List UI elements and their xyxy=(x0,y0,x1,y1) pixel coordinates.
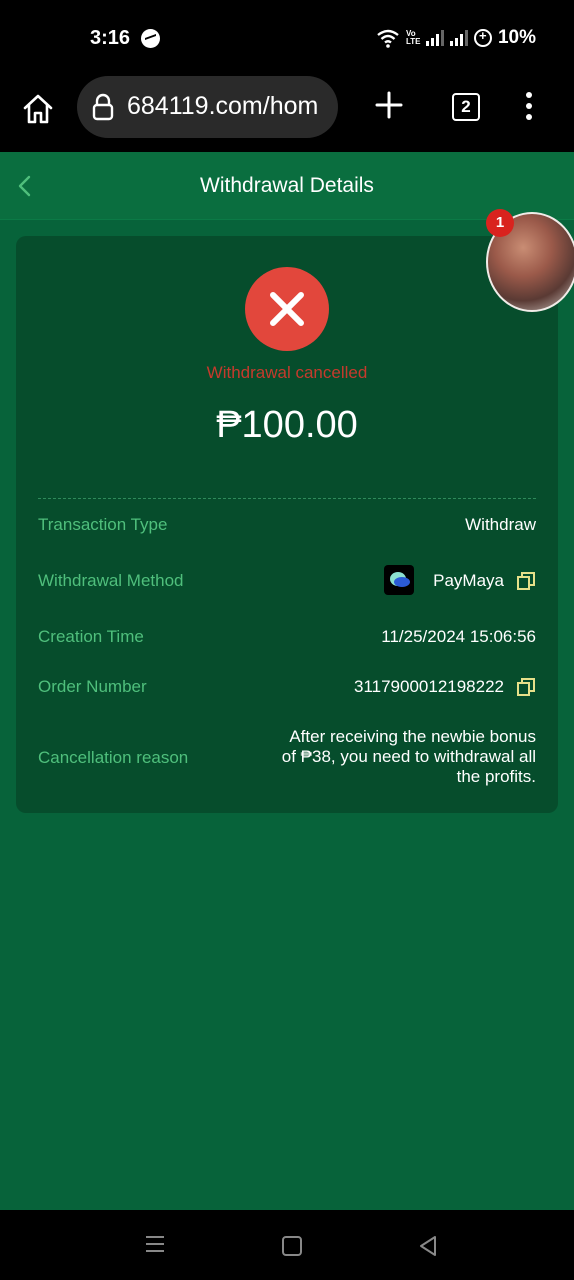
signal-icon-2 xyxy=(449,30,468,46)
battery-percent: 10% xyxy=(497,27,536,48)
divider xyxy=(38,498,536,499)
transaction-type-label: Transaction Type xyxy=(38,515,168,534)
browser-toolbar: 684119.com/hom 2 xyxy=(0,76,574,152)
volte-label: Vo LTE xyxy=(405,29,421,46)
creation-time-value: 11/25/2024 15:06:56 xyxy=(381,627,536,646)
app-content: Withdrawal Details Withdrawal cancelled … xyxy=(0,152,574,1210)
lock-icon xyxy=(92,93,114,121)
messenger-icon xyxy=(141,29,160,48)
signal-icon xyxy=(425,30,444,46)
cancellation-reason-label: Cancellation reason xyxy=(38,748,189,767)
cancellation-reason-value: After receiving the newbie bonus of ₱38,… xyxy=(281,727,536,786)
nav-home-icon[interactable] xyxy=(282,1236,302,1256)
status-bar: 3:16 Vo LTE 10% xyxy=(0,0,574,76)
copy-order-number-icon[interactable] xyxy=(517,678,535,696)
copy-icon[interactable] xyxy=(517,572,535,590)
more-vert-icon[interactable] xyxy=(524,92,534,122)
recent-apps-icon[interactable] xyxy=(145,1235,165,1253)
wifi-icon xyxy=(377,29,399,48)
status-time: 3:16 xyxy=(90,27,131,49)
withdrawal-method-value: PayMaya xyxy=(433,571,504,590)
status-text: Withdrawal cancelled xyxy=(206,363,368,382)
tabs-icon[interactable]: 2 xyxy=(452,93,480,121)
status-icons: Vo LTE 10% xyxy=(376,27,536,49)
address-bar[interactable]: 684119.com/hom xyxy=(77,76,338,138)
order-number-label: Order Number xyxy=(38,677,147,696)
status-circle xyxy=(245,267,329,351)
order-number-value: 3117900012198222 xyxy=(353,677,504,696)
home-icon[interactable] xyxy=(21,92,55,126)
amount: ₱100.00 xyxy=(216,404,358,446)
paymaya-logo-icon xyxy=(384,565,414,595)
plus-icon[interactable] xyxy=(374,90,404,120)
withdrawal-method-label: Withdrawal Method xyxy=(38,571,184,590)
battery-saver-icon xyxy=(473,28,492,47)
page-title: Withdrawal Details xyxy=(200,174,374,197)
close-icon xyxy=(270,292,304,326)
transaction-type-value: Withdraw xyxy=(465,515,536,534)
notification-badge: 1 xyxy=(486,209,514,237)
app-header: Withdrawal Details xyxy=(0,152,574,220)
system-nav-bar xyxy=(0,1210,574,1280)
nav-back-icon[interactable] xyxy=(418,1235,438,1257)
withdrawal-card: Withdrawal cancelled ₱100.00 Transaction… xyxy=(16,236,558,813)
creation-time-label: Creation Time xyxy=(38,627,144,646)
url-text: 684119.com/hom xyxy=(127,92,319,120)
